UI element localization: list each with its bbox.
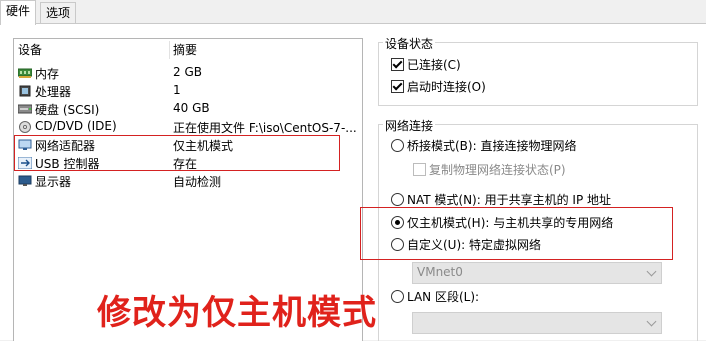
chevron-down-icon xyxy=(646,266,657,277)
vmnet-value: VMnet0 xyxy=(417,265,463,279)
device-row-cd-dvd[interactable]: CD/DVD (IDE) 正在使用文件 F:\iso\CentOS-7-... xyxy=(14,118,362,136)
radio-unchecked-icon xyxy=(391,193,404,206)
checkbox-checked-icon xyxy=(391,58,404,71)
column-separator xyxy=(169,41,170,59)
vmnet-select[interactable]: VMnet0 xyxy=(412,262,662,284)
device-name: 硬盘 (SCSI) xyxy=(35,103,100,117)
bridged-label: 桥接模式(B): 直接连接物理网络 xyxy=(407,139,577,153)
device-row-hard-disk[interactable]: 硬盘 (SCSI) 40 GB xyxy=(14,100,362,118)
device-name: 处理器 xyxy=(35,85,72,99)
lan-segment-select[interactable] xyxy=(412,312,662,334)
connect-on-power-checkbox[interactable]: 启动时连接(O) xyxy=(391,79,486,95)
memory-icon xyxy=(17,67,33,79)
hard-disk-icon xyxy=(17,103,33,115)
network-connection-title: 网络连接 xyxy=(383,117,436,134)
tab-bar: 硬件 选项 xyxy=(0,0,706,25)
radio-unchecked-icon xyxy=(391,290,404,303)
chevron-down-icon xyxy=(646,316,657,327)
checkbox-checked-icon xyxy=(391,80,404,93)
nat-label: NAT 模式(N): 用于共享主机的 IP 地址 xyxy=(407,193,612,207)
connect-on-power-label: 启动时连接(O) xyxy=(407,80,486,94)
highlight-box-network-adapter xyxy=(14,135,340,171)
device-name: 内存 xyxy=(35,67,60,81)
bridged-radio[interactable]: 桥接模式(B): 直接连接物理网络 xyxy=(391,138,576,154)
device-summary: 正在使用文件 F:\iso\CentOS-7-... xyxy=(173,121,357,135)
checkbox-disabled-icon xyxy=(413,163,426,176)
header-device[interactable]: 设备 xyxy=(18,41,42,58)
cd-dvd-icon xyxy=(18,121,32,133)
device-summary: 1 xyxy=(173,83,181,97)
tab-options[interactable]: 选项 xyxy=(40,2,77,24)
replicate-state-checkbox[interactable]: 复制物理网络连接状态(P) xyxy=(413,162,566,178)
connected-checkbox[interactable]: 已连接(C) xyxy=(391,57,461,73)
device-row-processor[interactable]: 处理器 1 xyxy=(14,82,362,100)
device-name: 显示器 xyxy=(35,175,72,189)
device-status-title: 设备状态 xyxy=(383,35,436,52)
lan-segment-label: LAN 区段(L): xyxy=(407,290,480,304)
nat-radio[interactable]: NAT 模式(N): 用于共享主机的 IP 地址 xyxy=(391,192,611,208)
highlight-box-host-only xyxy=(360,207,673,260)
annotation-text: 修改为仅主机模式 xyxy=(97,293,377,333)
device-list-header: 设备 摘要 xyxy=(14,39,362,59)
device-name: CD/DVD (IDE) xyxy=(35,119,117,133)
replicate-state-label: 复制物理网络连接状态(P) xyxy=(429,163,566,177)
device-row-memory[interactable]: 内存 2 GB xyxy=(14,64,362,82)
header-summary[interactable]: 摘要 xyxy=(173,41,197,58)
connected-label: 已连接(C) xyxy=(407,58,461,72)
device-summary: 2 GB xyxy=(173,65,202,79)
radio-unchecked-icon xyxy=(391,139,404,152)
processor-icon xyxy=(18,85,32,97)
device-summary: 自动检测 xyxy=(173,175,222,189)
device-row-display[interactable]: 显示器 自动检测 xyxy=(14,172,362,190)
lan-segment-radio[interactable]: LAN 区段(L): xyxy=(391,289,479,305)
device-summary: 40 GB xyxy=(173,101,210,115)
display-icon xyxy=(18,175,32,187)
tab-hardware[interactable]: 硬件 xyxy=(0,0,37,25)
